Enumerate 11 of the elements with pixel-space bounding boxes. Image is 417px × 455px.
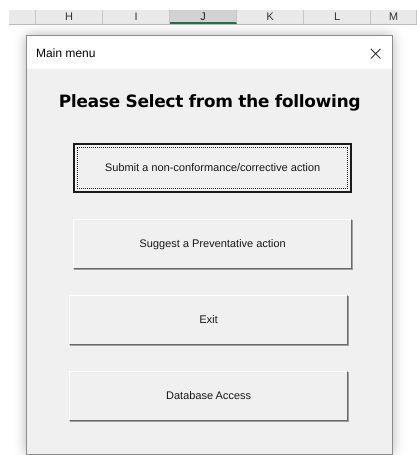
- window-title: Main menu: [36, 46, 96, 60]
- column-header[interactable]: K: [237, 10, 304, 24]
- heading: Please Select from the following: [58, 92, 362, 112]
- column-header[interactable]: M: [371, 10, 417, 24]
- close-button[interactable]: ×: [367, 42, 384, 62]
- column-header[interactable]: H: [36, 10, 103, 24]
- menu-button[interactable]: Submit a non-conformance/corrective action: [73, 143, 352, 193]
- column-header[interactable]: L: [304, 10, 371, 24]
- menu-button[interactable]: Database Access: [69, 371, 348, 421]
- menu-button[interactable]: Suggest a Preventative action: [73, 219, 352, 269]
- menu-button[interactable]: Exit: [69, 295, 348, 345]
